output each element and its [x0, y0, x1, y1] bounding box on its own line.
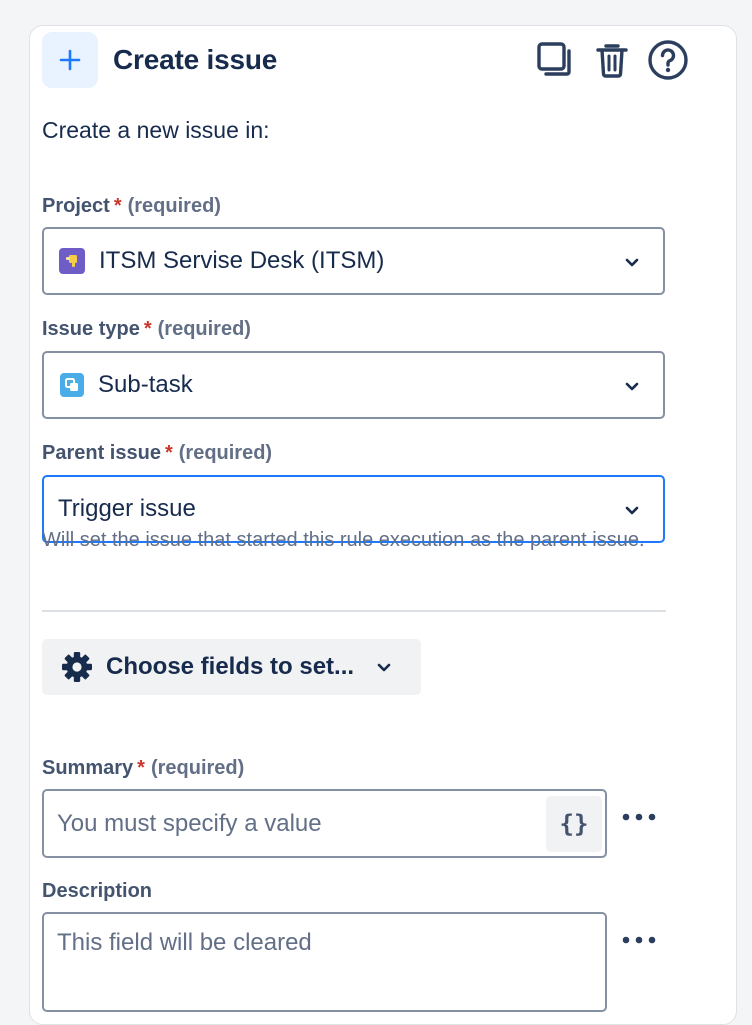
required-star: *: [113, 195, 122, 217]
project-value: ITSM Servise Desk (ITSM): [99, 247, 385, 274]
description-input[interactable]: This field will be cleared: [42, 912, 607, 1012]
parent-issue-value: Trigger issue: [58, 495, 196, 522]
help-button[interactable]: [646, 38, 690, 82]
issue-type-label: Issue type * (required): [42, 318, 251, 341]
chevron-down-icon: [625, 382, 639, 391]
more-icon: [622, 813, 656, 821]
required-text: (required): [157, 318, 251, 340]
description-label-text: Description: [42, 880, 153, 902]
chevron-down-icon: [625, 506, 639, 515]
choose-fields-label: Choose fields to set...: [106, 653, 355, 680]
required-star: *: [164, 442, 173, 464]
subtask-icon: [60, 373, 84, 397]
required-text: (required): [178, 442, 273, 464]
panel-title: Create issue: [113, 44, 278, 75]
project-label-text: Project: [42, 195, 110, 217]
choose-fields-button[interactable]: Choose fields to set...: [42, 639, 421, 695]
more-icon: [622, 936, 656, 944]
panel-header: Create issue: [42, 32, 688, 90]
project-select[interactable]: ITSM Servise Desk (ITSM): [42, 227, 665, 295]
trash-icon: [596, 44, 628, 78]
parent-issue-label: Parent issue * (required): [42, 442, 272, 465]
smart-value-button[interactable]: {}: [546, 796, 602, 852]
description-placeholder: This field will be cleared: [57, 929, 312, 956]
chevron-down-icon: [377, 663, 391, 672]
required-star: *: [143, 318, 152, 340]
required-text: (required): [127, 195, 221, 217]
required-star: *: [137, 757, 145, 779]
issue-type-select[interactable]: Sub-task: [42, 351, 665, 419]
plus-icon: [59, 49, 81, 71]
parent-issue-label-text: Parent issue: [42, 442, 161, 464]
project-avatar-icon: [59, 248, 85, 274]
summary-placeholder: You must specify a value: [57, 810, 322, 837]
chevron-down-icon: [625, 258, 639, 267]
copy-icon: [537, 42, 571, 76]
duplicate-button[interactable]: [533, 38, 577, 82]
parent-issue-help-text: Will set the issue that started this rul…: [42, 529, 645, 551]
gear-icon: [62, 652, 92, 682]
description-label: Description: [42, 880, 152, 903]
delete-button[interactable]: [590, 38, 634, 82]
summary-input[interactable]: You must specify a value {}: [42, 789, 607, 858]
summary-label-text: Summary: [42, 757, 134, 779]
add-action-tile: [42, 32, 98, 88]
summary-label: Summary * (required): [42, 757, 244, 780]
issue-type-label-text: Issue type: [42, 318, 140, 340]
project-label: Project * (required): [42, 195, 221, 218]
summary-more-button[interactable]: [619, 805, 659, 829]
section-divider: [42, 610, 666, 612]
description-more-button[interactable]: [619, 928, 659, 952]
required-text: (required): [150, 757, 245, 779]
intro-text: Create a new issue in:: [42, 117, 270, 143]
help-circle-icon: [648, 40, 688, 80]
issue-type-value: Sub-task: [98, 371, 193, 398]
